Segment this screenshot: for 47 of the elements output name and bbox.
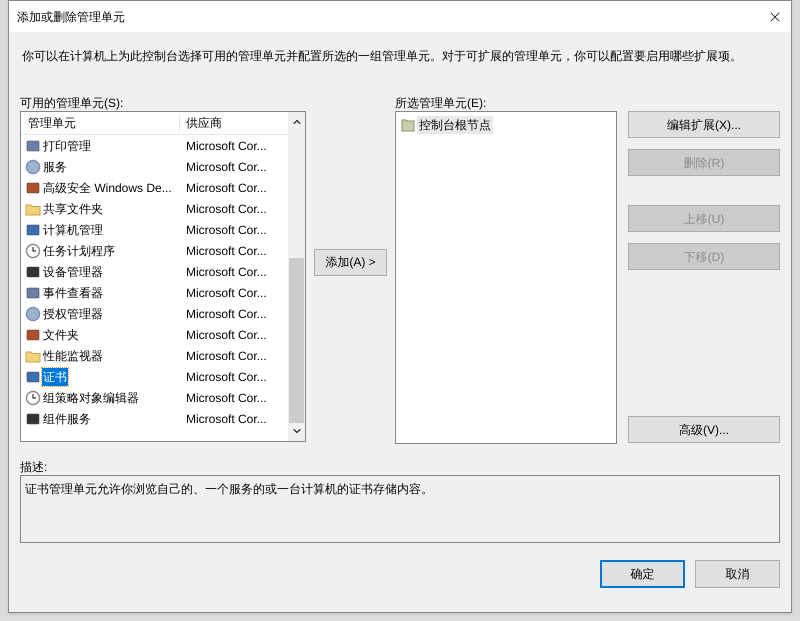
dialog-button[interactable]: 取消 [695,560,780,588]
vendor-text: Microsoft Cor... [185,326,267,344]
scroll-thumb[interactable] [289,258,304,423]
dialog-button[interactable]: 高级(V)... [628,416,780,443]
list-item[interactable]: 控制台根节点 [417,116,493,134]
list-item[interactable]: 服务 [42,158,68,176]
vendor-text: Microsoft Cor... [185,390,267,406]
dialog-button[interactable]: 添加(A) > [314,248,387,276]
list-item[interactable]: 共享文件夹 [42,200,104,218]
vendor-text: Microsoft Cor... [185,368,267,386]
list-item[interactable]: 性能监视器 [42,346,104,364]
intro-text: 你可以在计算机上为此控制台选择可用的管理单元并配置所选的一组管理单元。对于可扩展的管理单元，你可以配置要启用哪些扩展项。 [21,48,743,65]
vendor-text: Microsoft Cor... [185,138,267,154]
clock-icon [25,242,41,258]
list-item[interactable]: 高级安全 Windows De... [42,178,173,196]
list-item[interactable]: 计算机管理 [42,220,104,238]
folder-icon [401,118,415,132]
dialog-button[interactable]: 编辑扩展(X)... [628,111,780,138]
list-item[interactable]: 打印管理 [42,136,92,154]
list-item[interactable]: 文件夹 [42,326,80,344]
vendor-text: Microsoft Cor... [185,410,267,428]
list-item[interactable]: 设备管理器 [42,262,104,280]
column-header[interactable]: 管理单元 [21,114,180,132]
list-item[interactable]: 事件查看器 [42,284,104,302]
vendor-text: Microsoft Cor... [185,222,267,238]
list-item[interactable]: 证书 [42,368,68,386]
vendor-text: Microsoft Cor... [185,264,267,280]
description-label: 描述: [20,459,48,475]
dialog-button[interactable]: 确定 [600,560,685,588]
list-item[interactable]: 授权管理器 [42,304,104,322]
vendor-text: Microsoft Cor... [185,284,267,302]
clock-icon [25,390,41,406]
vendor-text: Microsoft Cor... [185,348,267,364]
list-item[interactable]: 组件服务 [42,410,92,428]
window-title: 添加或删除管理单元 [17,8,125,26]
list-item[interactable]: 任务计划程序 [42,242,116,260]
list-label: 可用的管理单元(S): [20,95,124,111]
vendor-text: Microsoft Cor... [185,158,267,176]
column-header[interactable]: 供应商 [180,114,222,132]
vendor-text: Microsoft Cor... [185,306,267,322]
description-text: 证书管理单元允许你浏览自己的、一个服务的或一台计算机的证书存储内容。 [25,481,434,498]
vendor-text: Microsoft Cor... [185,200,267,218]
scrollbar[interactable] [288,112,305,441]
list-label: 所选管理单元(E): [395,95,488,111]
list-item[interactable]: 组策略对象编辑器 [42,388,140,406]
vendor-text: Microsoft Cor... [185,242,267,260]
vendor-text: Microsoft Cor... [185,180,267,196]
